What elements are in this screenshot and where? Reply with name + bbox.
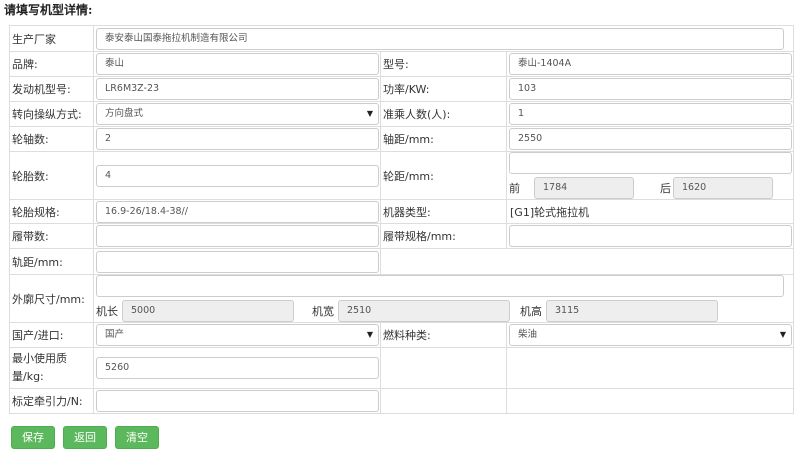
dimensions-length-input[interactable]: 5000 xyxy=(122,300,294,322)
dimensions-label: 外廓尺寸/mm: xyxy=(9,274,94,323)
steering-label: 转向操纵方式: xyxy=(9,101,94,127)
min-mass-label: 最小使用质量/kg: xyxy=(9,347,94,389)
crawler-spec-input[interactable] xyxy=(509,225,792,247)
track-input[interactable] xyxy=(509,152,792,174)
brand-input[interactable]: 泰山 xyxy=(96,53,379,75)
model-label: 型号: xyxy=(380,51,507,77)
model-input[interactable]: 泰山-1404A xyxy=(509,53,792,75)
gauge-input[interactable] xyxy=(96,250,379,273)
tire-spec-input[interactable]: 16.9-26/18.4-38// xyxy=(96,200,379,223)
machine-type-label: 机器类型: xyxy=(380,199,507,224)
clear-button[interactable]: 清空 xyxy=(115,426,159,449)
empty-cell xyxy=(380,388,507,414)
track-rear-label: 后 xyxy=(660,182,671,195)
crawlers-label: 履带数: xyxy=(9,223,94,249)
steering-select-value: 方向盘式 xyxy=(105,108,144,119)
dimensions-height-input[interactable]: 3115 xyxy=(546,300,718,322)
origin-select-value: 国产 xyxy=(105,329,125,340)
wheelbase-label: 轴距/mm: xyxy=(380,126,507,152)
action-buttons: 保存 返回 清空 xyxy=(11,426,159,449)
origin-select[interactable]: 国产 ▼ xyxy=(96,324,379,346)
brand-label: 品牌: xyxy=(9,51,94,77)
track-rear-input[interactable]: 1620 xyxy=(673,177,773,199)
dropdown-arrow-icon: ▼ xyxy=(366,109,373,118)
power-label: 功率/KW: xyxy=(380,76,507,102)
empty-cell xyxy=(506,388,794,414)
passengers-input[interactable]: 1 xyxy=(509,103,792,125)
dimensions-input[interactable] xyxy=(96,275,784,297)
min-mass-input[interactable]: 5260 xyxy=(96,357,379,379)
engine-model-input[interactable]: LR6M3Z-23 xyxy=(96,78,379,100)
axles-label: 轮轴数: xyxy=(9,126,94,152)
track-front-input[interactable]: 1784 xyxy=(534,177,634,199)
manufacturer-label: 生产厂家 xyxy=(9,25,94,52)
back-button[interactable]: 返回 xyxy=(63,426,107,449)
page-title: 请填写机型详情: xyxy=(4,3,93,17)
origin-label: 国产/进口: xyxy=(9,322,94,348)
fuel-select[interactable]: 柴油 ▼ xyxy=(509,324,792,346)
machine-type-value: [G1]轮式拖拉机 xyxy=(510,205,590,219)
power-input[interactable]: 103 xyxy=(509,78,792,100)
empty-cell xyxy=(506,347,794,389)
fuel-select-value: 柴油 xyxy=(518,329,538,340)
tire-spec-label: 轮胎规格: xyxy=(9,199,94,224)
track-front-label: 前 xyxy=(509,182,520,195)
machine-detail-form: 生产厂家 泰安泰山国泰拖拉机制造有限公司 品牌: 泰山 型号: 泰山-1404A… xyxy=(9,25,794,414)
dimensions-length-label: 机长 xyxy=(96,305,118,318)
engine-model-label: 发动机型号: xyxy=(9,76,94,102)
save-button[interactable]: 保存 xyxy=(11,426,55,449)
traction-input[interactable] xyxy=(96,390,379,412)
dropdown-arrow-icon: ▼ xyxy=(366,330,373,339)
dropdown-arrow-icon: ▼ xyxy=(779,330,786,339)
empty-cell xyxy=(380,248,794,275)
steering-select[interactable]: 方向盘式 ▼ xyxy=(96,103,379,125)
gauge-label: 轨距/mm: xyxy=(9,248,94,275)
track-label: 轮距/mm: xyxy=(380,151,507,200)
axles-input[interactable]: 2 xyxy=(96,128,379,150)
manufacturer-input[interactable]: 泰安泰山国泰拖拉机制造有限公司 xyxy=(96,27,784,50)
crawler-spec-label: 履带规格/mm: xyxy=(380,223,507,249)
crawlers-input[interactable] xyxy=(96,225,379,247)
empty-cell xyxy=(380,347,507,389)
tires-label: 轮胎数: xyxy=(9,151,94,200)
wheelbase-input[interactable]: 2550 xyxy=(509,128,792,150)
passengers-label: 准乘人数(人): xyxy=(380,101,507,127)
dimensions-width-input[interactable]: 2510 xyxy=(338,300,510,322)
traction-label: 标定牵引力/N: xyxy=(9,388,94,414)
tires-input[interactable]: 4 xyxy=(96,164,379,187)
dimensions-width-label: 机宽 xyxy=(312,305,334,318)
fuel-label: 燃料种类: xyxy=(380,322,507,348)
dimensions-height-label: 机高 xyxy=(520,305,542,318)
